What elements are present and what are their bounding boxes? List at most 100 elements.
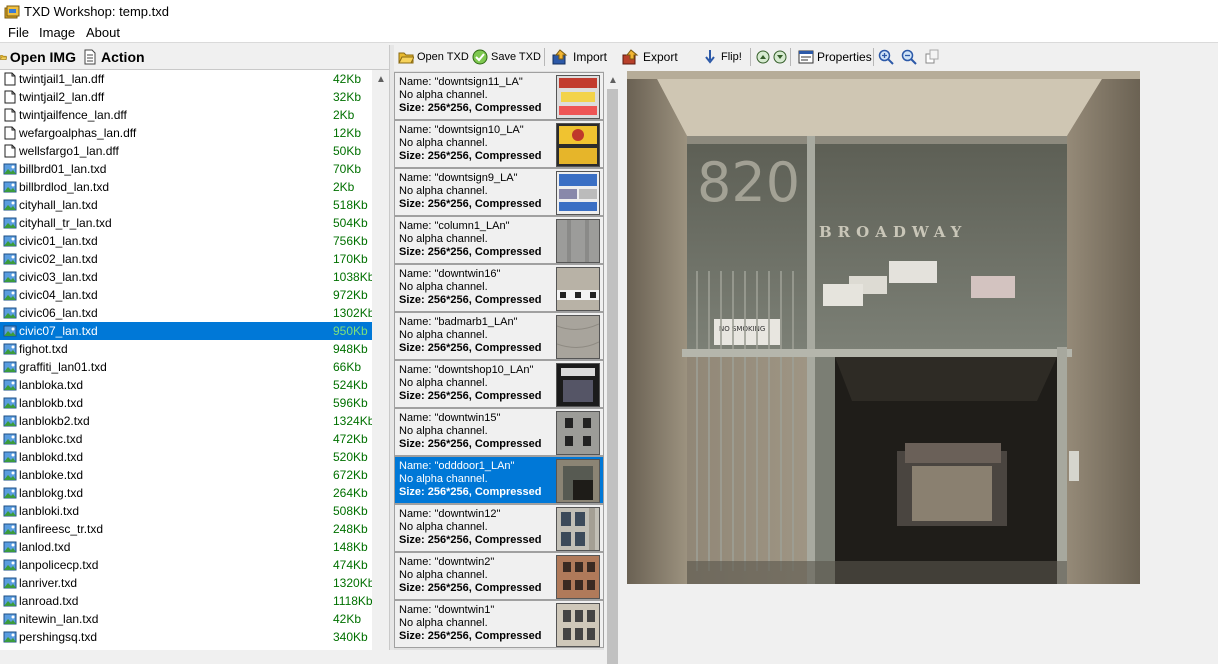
action-label: Action <box>101 49 145 65</box>
texture-list-item[interactable]: Name: "downtsign10_LA" No alpha channel. S… <box>394 120 604 168</box>
texture-size: Size: 256*256, Compressed <box>399 582 542 594</box>
model-file-icon <box>4 144 16 158</box>
texture-list-item[interactable]: Name: "downtwin12" No alpha channel. Size:… <box>394 504 604 552</box>
file-size: 32Kb <box>333 90 362 104</box>
file-name: civic01_lan.txd <box>19 234 98 248</box>
texture-alpha: No alpha channel. <box>399 521 488 533</box>
file-list-item[interactable]: civic01_lan.txd 756Kb <box>0 232 372 250</box>
file-list-item[interactable]: nitewin_lan.txd 42Kb <box>0 610 372 628</box>
file-list-scrollbar[interactable]: ▲ <box>372 70 389 650</box>
texture-list-item[interactable]: Name: "badmarb1_LAn" No alpha channel. Siz… <box>394 312 604 360</box>
import-button[interactable]: Import <box>552 47 607 67</box>
file-list-item[interactable]: lanbloki.txd 508Kb <box>0 502 372 520</box>
file-list-item[interactable]: lanblokd.txd 520Kb <box>0 448 372 466</box>
properties-button[interactable]: Properties <box>798 47 872 67</box>
file-list-item[interactable]: lanlod.txd 148Kb <box>0 538 372 556</box>
texture-file-icon <box>3 379 17 391</box>
file-list-item[interactable]: civic03_lan.txd 1038Kb <box>0 268 372 286</box>
file-size: 2Kb <box>333 180 355 194</box>
texture-list-item[interactable]: Name: "downtwin15" No alpha channel. Size:… <box>394 408 604 456</box>
file-list-item[interactable]: civic04_lan.txd 972Kb <box>0 286 372 304</box>
file-name: lanroad.txd <box>19 594 79 608</box>
zoom-out-button[interactable] <box>901 47 917 67</box>
file-list-item[interactable]: billbrd01_lan.txd 70Kb <box>0 160 372 178</box>
scroll-up-icon[interactable]: ▲ <box>376 74 386 85</box>
file-list-item[interactable]: wellsfargo1_lan.dff 50Kb <box>0 142 372 160</box>
texture-list-scrollbar[interactable]: ▲ <box>604 71 621 664</box>
texture-file-icon <box>3 487 17 499</box>
file-list-item[interactable]: wefargoalphas_lan.dff 12Kb <box>0 124 372 142</box>
file-list-item[interactable]: lanblokc.txd 472Kb <box>0 430 372 448</box>
texture-alpha: No alpha channel. <box>399 185 488 197</box>
file-list-item[interactable]: lanbloke.txd 672Kb <box>0 466 372 484</box>
scroll-up-icon[interactable]: ▲ <box>608 75 618 86</box>
texture-name: Name: "downtsign10_LA" <box>399 124 524 136</box>
texture-list-item[interactable]: Name: "downtwin2" No alpha channel. Size: … <box>394 552 604 600</box>
file-list-item[interactable]: lanroad.txd 1118Kb <box>0 592 372 610</box>
texture-alpha: No alpha channel. <box>399 329 488 341</box>
texture-list-item[interactable]: Name: "odddoor1_LAn" No alpha channel. Siz… <box>394 456 604 504</box>
menu-about[interactable]: About <box>84 25 122 40</box>
model-file-icon <box>4 90 16 104</box>
flip-button[interactable]: Flip! <box>702 47 742 67</box>
flip-label: Flip! <box>721 51 742 63</box>
texture-list-item[interactable]: Name: "downtsign9_LA" No alpha channel. Si… <box>394 168 604 216</box>
move-down-icon <box>773 50 787 64</box>
file-list-item[interactable]: twintjail2_lan.dff 32Kb <box>0 88 372 106</box>
file-name: lanblokb2.txd <box>19 414 90 428</box>
texture-name: Name: "downtwin16" <box>399 268 501 280</box>
file-list-item[interactable]: graffiti_lan01.txd 66Kb <box>0 358 372 376</box>
action-button[interactable]: Action <box>82 47 145 67</box>
file-list-item[interactable]: lanbloka.txd 524Kb <box>0 376 372 394</box>
texture-list-item[interactable]: Name: "downtwin1" No alpha channel. Size: … <box>394 600 604 648</box>
img-file-list[interactable]: twintjail1_lan.dff 42Kb twintjail2_lan.dff… <box>0 70 372 650</box>
move-up-button[interactable] <box>756 47 770 67</box>
open-img-button[interactable]: Open IMG <box>0 47 76 67</box>
file-size: 472Kb <box>333 432 368 446</box>
save-txd-button[interactable]: Save TXD <box>472 47 541 67</box>
file-list-item[interactable]: cityhall_lan.txd 518Kb <box>0 196 372 214</box>
menu-file[interactable]: File <box>6 25 31 40</box>
texture-list-item[interactable]: Name: "downtsign11_LA" No alpha channel. S… <box>394 72 604 120</box>
file-list-item[interactable]: civic07_lan.txd 950Kb <box>0 322 372 340</box>
texture-file-icon <box>3 307 17 319</box>
texture-file-icon <box>3 343 17 355</box>
app-icon <box>4 5 20 19</box>
texture-size: Size: 256*256, Compressed <box>399 438 542 450</box>
file-name: billbrd01_lan.txd <box>19 162 107 176</box>
zoom-out-icon <box>901 49 917 65</box>
texture-thumbnail <box>556 315 600 359</box>
open-txd-button[interactable]: Open TXD <box>398 47 469 67</box>
file-size: 170Kb <box>333 252 368 266</box>
actual-size-button[interactable] <box>924 47 940 67</box>
texture-name: Name: "downtwin15" <box>399 412 501 424</box>
texture-list-item[interactable]: Name: "downtwin16" No alpha channel. Size:… <box>394 264 604 312</box>
file-list-item[interactable]: lanblokb2.txd 1324Kb <box>0 412 372 430</box>
texture-list-item[interactable]: Name: "column1_LAn" No alpha channel. Size… <box>394 216 604 264</box>
export-button[interactable]: Export <box>622 47 678 67</box>
menu-image[interactable]: Image <box>37 25 77 40</box>
file-list-item[interactable]: civic02_lan.txd 170Kb <box>0 250 372 268</box>
file-list-item[interactable]: pershingsq.txd 340Kb <box>0 628 372 646</box>
zoom-in-button[interactable] <box>878 47 894 67</box>
file-list-item[interactable]: lanfireesc_tr.txd 248Kb <box>0 520 372 538</box>
file-size: 508Kb <box>333 504 368 518</box>
open-txd-label: Open TXD <box>417 51 469 63</box>
texture-list[interactable]: Name: "downtsign11_LA" No alpha channel. S… <box>394 71 604 650</box>
move-down-button[interactable] <box>773 47 787 67</box>
file-list-item[interactable]: billbrdlod_lan.txd 2Kb <box>0 178 372 196</box>
file-list-item[interactable]: twintjail1_lan.dff 42Kb <box>0 70 372 88</box>
file-list-item[interactable]: lanblokb.txd 596Kb <box>0 394 372 412</box>
file-list-item[interactable]: lanriver.txd 1320Kb <box>0 574 372 592</box>
texture-list-item[interactable]: Name: "downtshop10_LAn" No alpha channel.… <box>394 360 604 408</box>
file-list-item[interactable]: cityhall_tr_lan.txd 504Kb <box>0 214 372 232</box>
file-size: 1302Kb <box>333 306 372 320</box>
scrollbar-thumb[interactable] <box>607 89 618 664</box>
file-list-item[interactable]: fighot.txd 948Kb <box>0 340 372 358</box>
file-name: lanbloke.txd <box>19 468 84 482</box>
file-list-item[interactable]: lanpolicecp.txd 474Kb <box>0 556 372 574</box>
file-list-item[interactable]: civic06_lan.txd 1302Kb <box>0 304 372 322</box>
file-list-item[interactable]: twintjailfence_lan.dff 2Kb <box>0 106 372 124</box>
file-list-item[interactable]: lanblokg.txd 264Kb <box>0 484 372 502</box>
toolbar-separator <box>873 48 874 66</box>
